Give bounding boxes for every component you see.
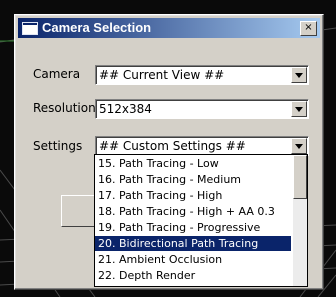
resolution-label: Resolution [33,101,96,115]
resolution-dropdown[interactable]: 512x384 [95,99,309,119]
list-item[interactable]: 18. Path Tracing - High + AA 0.3 [95,204,291,219]
list-item[interactable]: 19. Path Tracing - Progressive [95,220,291,235]
settings-label: Settings [33,139,83,153]
list-item[interactable]: 22. Depth Render [95,268,291,283]
chevron-down-icon[interactable] [291,67,307,83]
window-title: Camera Selection [42,20,152,35]
title-bar[interactable]: Camera Selection × [18,18,320,38]
list-item[interactable]: 15. Path Tracing - Low [95,156,291,171]
scrollbar-thumb[interactable] [293,155,307,199]
list-item[interactable]: 21. Ambient Occlusion [95,252,291,267]
list-item[interactable]: 16. Path Tracing - Medium [95,172,291,187]
chevron-down-icon[interactable] [291,138,307,154]
close-button[interactable]: × [300,21,317,36]
settings-dropdown-list[interactable]: 15. Path Tracing - Low 16. Path Tracing … [94,154,308,287]
resolution-value: 512x384 [99,102,152,116]
chevron-down-icon[interactable] [291,101,307,117]
list-item-selected[interactable]: 20. Bidirectional Path Tracing [95,236,291,251]
dropdown-scrollbar[interactable] [293,155,307,286]
list-item[interactable]: 17. Path Tracing - High [95,188,291,203]
window-icon [22,22,38,35]
settings-value: ## Custom Settings ## [99,139,246,153]
settings-dropdown[interactable]: ## Custom Settings ## [95,136,309,156]
camera-label: Camera [33,67,81,81]
camera-value: ## Current View ## [99,68,225,82]
camera-dropdown[interactable]: ## Current View ## [95,65,309,85]
